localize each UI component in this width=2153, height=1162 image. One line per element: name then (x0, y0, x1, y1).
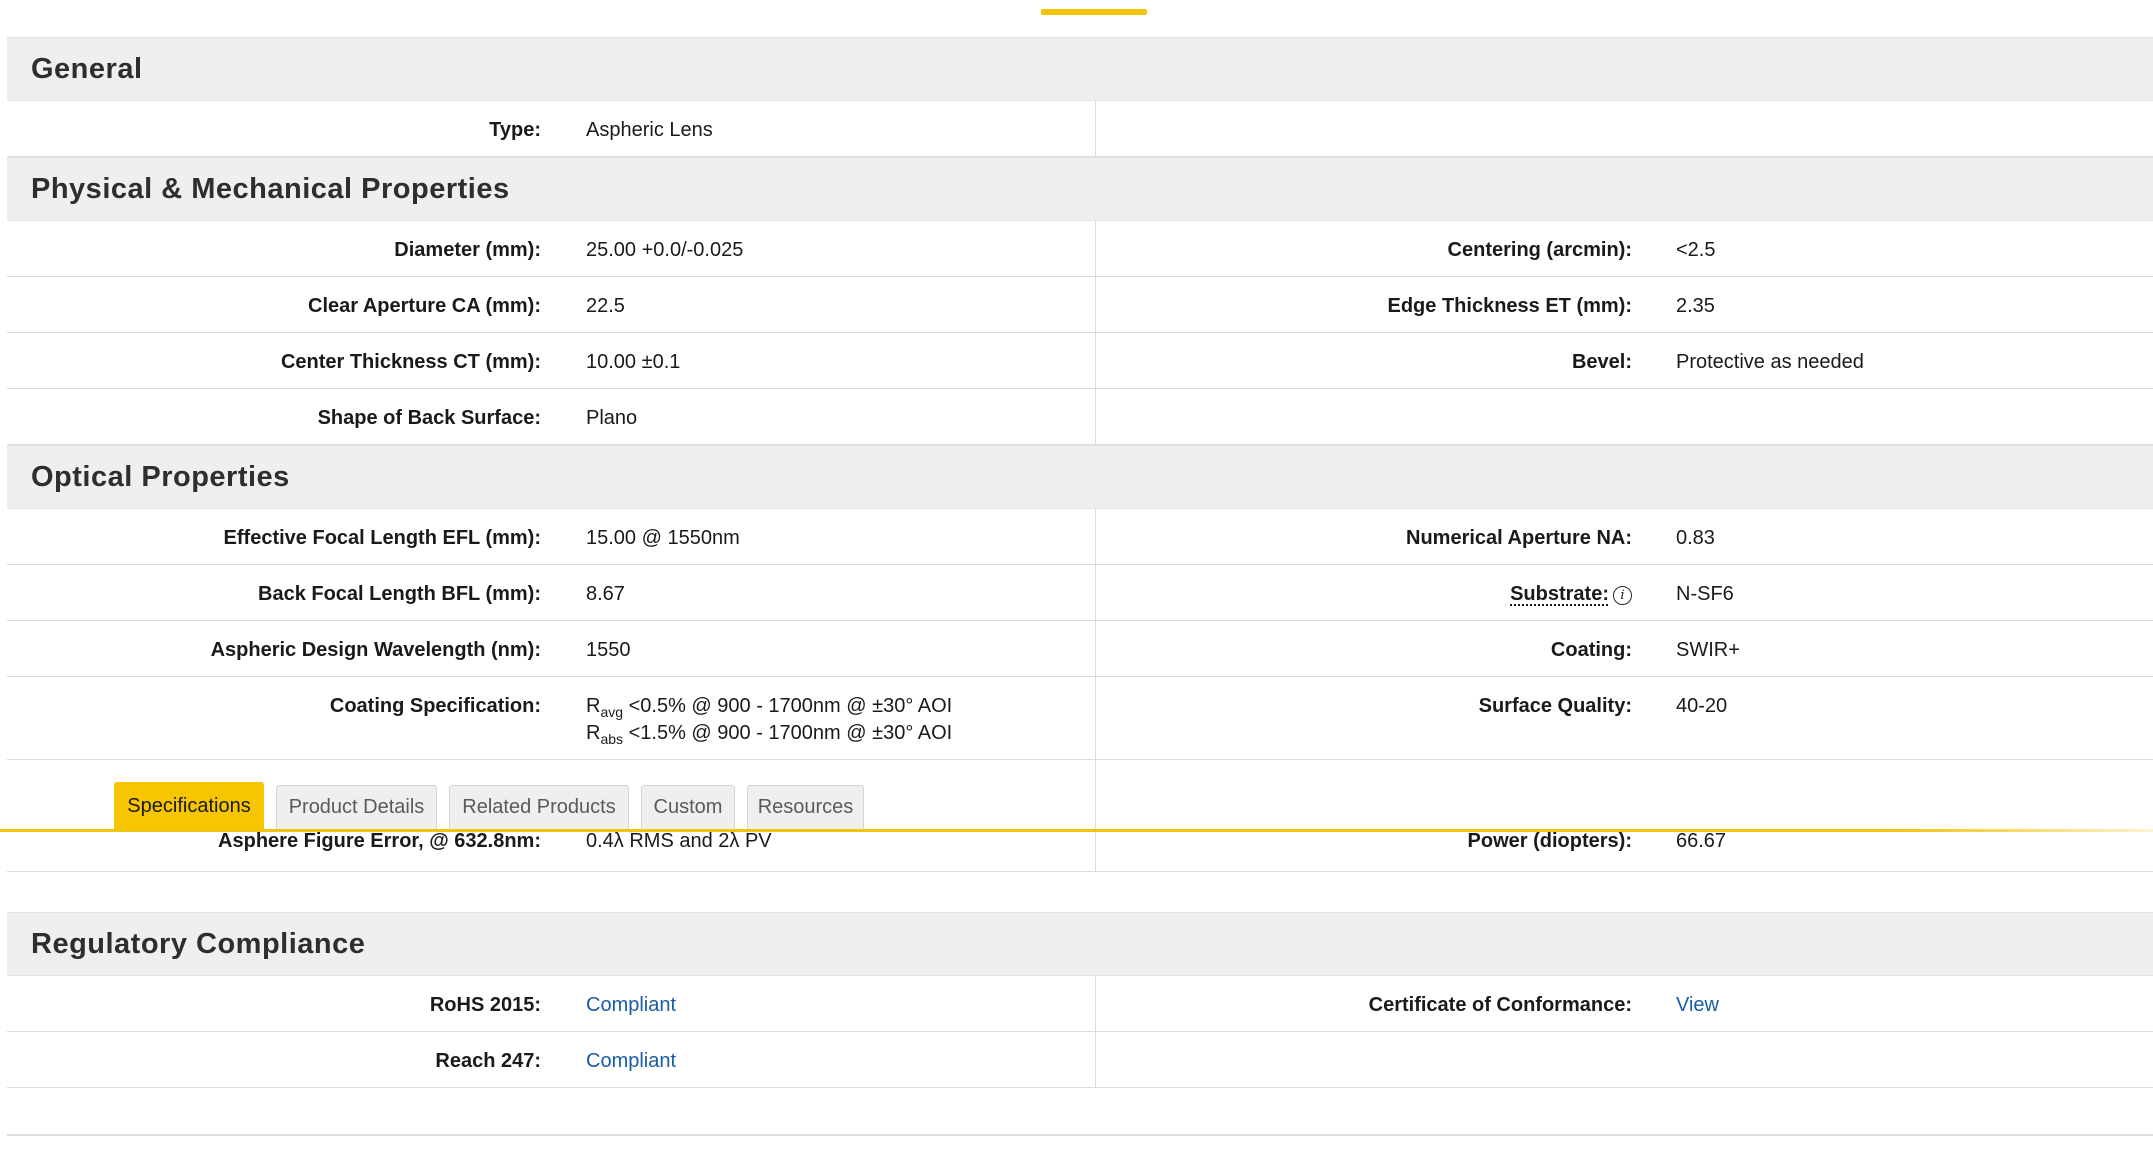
spec-label: Coating Specification: (329, 695, 541, 717)
spec-label: Surface Quality: (1478, 695, 1632, 717)
certificate-view-link[interactable]: View (1676, 994, 1719, 1017)
coating-spec-line-2: Rabs <1.5% @ 900 - 1700nm @ ±30° AOI (586, 722, 953, 747)
spec-value: Aspheric Lens (586, 119, 713, 141)
spec-label: Asphere Figure Error, @ 632.8nm: (218, 830, 541, 852)
product-tab-bar: Specifications Product Details Related P… (0, 782, 2153, 832)
spec-label: Edge Thickness ET (mm): (1387, 295, 1633, 317)
tab-product-details[interactable]: Product Details (276, 785, 437, 829)
spec-label: Numerical Aperture NA: (1406, 527, 1632, 549)
column-divider (1095, 277, 1096, 332)
spec-label: Bevel: (1571, 351, 1632, 373)
spec-value: 1550 (586, 639, 631, 661)
spec-value: 0.83 (1676, 527, 1715, 549)
spec-row: Back Focal Length BFL (mm): 8.67 Substra… (7, 565, 2153, 621)
bottom-divider (7, 1134, 2153, 1136)
section-header-regulatory: Regulatory Compliance (7, 912, 2153, 976)
spec-value: Protective as needed (1676, 351, 1864, 373)
spec-row-type: Type: Aspheric Lens (7, 101, 2153, 157)
column-divider (1095, 621, 1096, 676)
column-divider (1095, 565, 1096, 620)
spec-value: SWIR+ (1676, 639, 1740, 661)
tab-specifications[interactable]: Specifications (114, 782, 264, 829)
substrate-label[interactable]: Substrate: i (1510, 583, 1632, 606)
column-divider (1095, 1032, 1096, 1087)
spec-value: 10.00 ±0.1 (586, 351, 681, 373)
spec-value: 22.5 (586, 295, 625, 317)
spec-value: 40-20 (1676, 695, 1728, 717)
tab-resources[interactable]: Resources (747, 785, 864, 829)
spec-row: Effective Focal Length EFL (mm): 15.00 @… (7, 509, 2153, 565)
coating-spec-value: Ravg <0.5% @ 900 - 1700nm @ ±30° AOI Rab… (586, 695, 953, 747)
spec-row: Clear Aperture CA (mm): 22.5 Edge Thickn… (7, 277, 2153, 333)
spec-value: N-SF6 (1676, 583, 1734, 605)
reach-compliant-link[interactable]: Compliant (586, 1050, 676, 1073)
column-divider (1095, 221, 1096, 276)
section-header-physical: Physical & Mechanical Properties (7, 157, 2153, 221)
spec-label: Power (diopters): (1467, 830, 1632, 852)
spec-row: Diameter (mm): 25.00 +0.0/-0.025 Centeri… (7, 221, 2153, 277)
column-divider (1095, 976, 1096, 1031)
spec-row: Aspheric Design Wavelength (nm): 1550 Co… (7, 621, 2153, 677)
spec-label: Back Focal Length BFL (mm): (258, 583, 541, 605)
spec-row: Reach 247: Compliant (7, 1032, 2153, 1088)
info-icon[interactable]: i (1613, 586, 1632, 605)
spec-label: Shape of Back Surface: (317, 407, 541, 429)
spec-value: 8.67 (586, 583, 625, 605)
spec-label: Reach 247: (435, 1050, 541, 1072)
rohs-compliant-link[interactable]: Compliant (586, 994, 676, 1017)
section-header-optical: Optical Properties (7, 445, 2153, 509)
column-divider (1095, 677, 1096, 759)
spec-label: Center Thickness CT (mm): (280, 351, 541, 373)
spec-label: Effective Focal Length EFL (mm): (223, 527, 541, 549)
spec-label: Centering (arcmin): (1447, 239, 1632, 261)
spec-value: 2.35 (1676, 295, 1715, 317)
tab-bar-underline (0, 829, 2153, 832)
spec-value: 15.00 @ 1550nm (586, 527, 740, 549)
column-divider (1095, 101, 1096, 156)
spec-label: RoHS 2015: (429, 994, 541, 1016)
section-header-general: General (7, 37, 2153, 101)
spec-label: Diameter (mm): (394, 239, 541, 261)
column-divider (1095, 333, 1096, 388)
substrate-label-text[interactable]: Substrate: (1510, 583, 1609, 605)
spec-row-coating: Coating Specification: Ravg <0.5% @ 900 … (7, 677, 2153, 760)
spec-label: Type: (489, 119, 541, 141)
tab-related-products[interactable]: Related Products (449, 785, 629, 829)
spec-value: 66.67 (1676, 830, 1727, 852)
spec-label: Coating: (1550, 639, 1632, 661)
spec-row: RoHS 2015: Compliant Certificate of Conf… (7, 976, 2153, 1032)
spec-label: Certificate of Conformance: (1368, 994, 1632, 1016)
spec-value: <2.5 (1676, 239, 1716, 261)
spec-row: Shape of Back Surface: Plano (7, 389, 2153, 445)
spec-value: Plano (586, 407, 638, 429)
spec-table: General Type: Aspheric Lens Physical & M… (7, 37, 2153, 1088)
spec-value: 25.00 +0.0/-0.025 (586, 239, 744, 261)
spec-label: Clear Aperture CA (mm): (308, 295, 541, 317)
coating-spec-line-1: Ravg <0.5% @ 900 - 1700nm @ ±30° AOI (586, 695, 953, 720)
column-divider (1095, 389, 1096, 444)
spec-label: Aspheric Design Wavelength (nm): (210, 639, 541, 661)
column-divider (1095, 509, 1096, 564)
spec-value: 0.4λ RMS and 2λ PV (586, 830, 772, 852)
scroll-indicator (1041, 9, 1147, 15)
spec-row: Center Thickness CT (mm): 10.00 ±0.1 Bev… (7, 333, 2153, 389)
tab-custom[interactable]: Custom (641, 785, 735, 829)
